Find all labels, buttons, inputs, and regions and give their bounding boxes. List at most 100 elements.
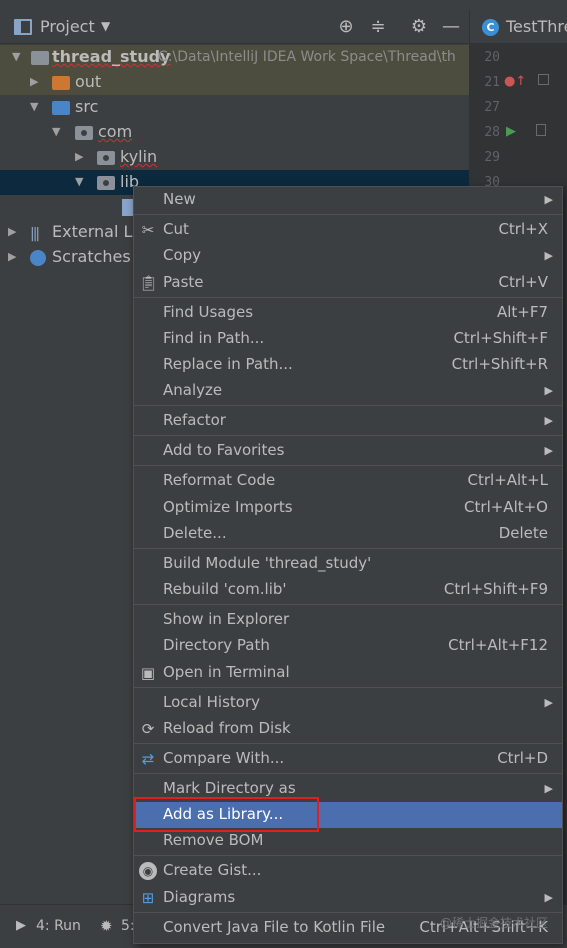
collapsed-arrow-icon[interactable]: ▶ xyxy=(8,250,16,263)
menu-separator xyxy=(134,435,562,436)
menu-item-new[interactable]: New ▶ xyxy=(134,187,562,213)
menu-item-find-usages[interactable]: Find Usages Alt+F7 xyxy=(134,300,562,326)
minimize-icon[interactable]: — xyxy=(440,16,462,38)
menu-item-label: Find Usages xyxy=(163,303,254,321)
menu-item-label: Build Module 'thread_study' xyxy=(163,554,372,572)
menu-separator xyxy=(134,214,562,215)
bug-icon[interactable]: ✹ xyxy=(100,917,113,935)
submenu-arrow-icon: ▶ xyxy=(544,414,553,427)
collapsed-arrow-icon[interactable]: ▶ xyxy=(8,225,16,238)
tree-item-label: com xyxy=(98,122,133,141)
project-panel-title[interactable]: Project xyxy=(40,17,95,36)
tree-item-src[interactable]: ▼ src xyxy=(0,95,469,120)
menu-separator xyxy=(134,773,562,774)
menu-item-label: Diagrams xyxy=(163,888,236,906)
menu-item-show-in-explorer[interactable]: Show in Explorer xyxy=(134,607,562,633)
library-icon: ||| xyxy=(30,226,40,242)
diagram-icon: ⊞ xyxy=(141,889,155,907)
expanded-arrow-icon[interactable]: ▼ xyxy=(30,100,38,113)
chevron-down-icon[interactable]: ▼ xyxy=(101,19,110,33)
editor-tab[interactable]: C TestThre xyxy=(469,10,567,44)
watermark: @稀土掘金技术社区 xyxy=(440,916,549,930)
menu-item-copy[interactable]: Copy ▶ xyxy=(134,243,562,269)
tree-item-label: kylin xyxy=(120,147,158,166)
shortcut: Alt+F7 xyxy=(496,303,548,321)
menu-item-replace-in-path[interactable]: Replace in Path... Ctrl+Shift+R xyxy=(134,352,562,378)
menu-item-reformat-code[interactable]: Reformat Code Ctrl+Alt+L xyxy=(134,468,562,494)
menu-item-find-in-path[interactable]: Find in Path... Ctrl+Shift+F xyxy=(134,326,562,352)
menu-item-optimize-imports[interactable]: Optimize Imports Ctrl+Alt+O xyxy=(134,495,562,521)
line-number: 28 xyxy=(484,125,500,140)
shortcut: Ctrl+Shift+F9 xyxy=(443,580,548,598)
menu-item-label: Compare With... xyxy=(163,749,285,767)
menu-item-label: Optimize Imports xyxy=(163,498,293,516)
menu-item-label: Add to Favorites xyxy=(163,441,285,459)
menu-item-compare-with[interactable]: ⇄ Compare With... Ctrl+D xyxy=(134,746,562,772)
scratches-icon xyxy=(30,250,46,266)
tree-item-com[interactable]: ▼ com xyxy=(0,120,469,145)
menu-item-create-gist[interactable]: ◉ Create Gist... xyxy=(134,858,562,884)
menu-item-directory-path[interactable]: Directory Path Ctrl+Alt+F12 xyxy=(134,633,562,659)
package-icon xyxy=(75,126,93,140)
context-menu: New ▶ ✂ Cut Ctrl+X Copy ▶ 📋︎ Paste Ctrl+… xyxy=(133,186,563,944)
run-gutter-icon[interactable]: ▶ xyxy=(506,124,516,139)
menu-item-label: New xyxy=(163,190,196,208)
tree-item-kylin[interactable]: ▶ kylin xyxy=(0,145,469,170)
collapsed-arrow-icon[interactable]: ▶ xyxy=(75,150,83,163)
menu-item-label: Create Gist... xyxy=(163,861,262,879)
menu-item-rebuild[interactable]: Rebuild 'com.lib' Ctrl+Shift+F9 xyxy=(134,577,562,603)
tree-item-out[interactable]: ▶ out xyxy=(0,70,469,95)
menu-item-label: Convert Java File to Kotlin File xyxy=(163,918,386,936)
fold-marker-icon[interactable] xyxy=(538,74,549,85)
tree-item-thread-study[interactable]: ▼ thread_study C:\Data\IntelliJ IDEA Wor… xyxy=(0,45,469,70)
menu-item-local-history[interactable]: Local History ▶ xyxy=(134,690,562,716)
submenu-arrow-icon: ▶ xyxy=(544,444,553,457)
submenu-arrow-icon: ▶ xyxy=(544,696,553,709)
annotation-highlight-box xyxy=(134,797,319,832)
menu-item-build-module[interactable]: Build Module 'thread_study' xyxy=(134,551,562,577)
collapse-icon[interactable]: ≑ xyxy=(367,16,389,38)
menu-item-label: Show in Explorer xyxy=(163,610,290,628)
menu-item-label: Delete... xyxy=(163,524,227,542)
menu-item-paste[interactable]: 📋︎ Paste Ctrl+V xyxy=(134,270,562,296)
menu-item-label: Reformat Code xyxy=(163,471,276,489)
menu-item-label: Reload from Disk xyxy=(163,719,291,737)
menu-item-open-in-terminal[interactable]: ▣ Open in Terminal xyxy=(134,660,562,686)
expanded-arrow-icon[interactable]: ▼ xyxy=(52,125,60,138)
menu-item-remove-bom[interactable]: Remove BOM xyxy=(134,828,562,854)
menu-item-add-to-favorites[interactable]: Add to Favorites ▶ xyxy=(134,438,562,464)
clipboard-icon: 📋︎ xyxy=(139,274,159,292)
project-panel-icon xyxy=(14,19,32,35)
collapsed-arrow-icon[interactable]: ▶ xyxy=(30,75,38,88)
github-icon: ◉ xyxy=(139,862,157,880)
gear-icon[interactable]: ⚙ xyxy=(408,16,430,38)
menu-separator xyxy=(134,405,562,406)
fold-marker-icon[interactable] xyxy=(536,124,546,136)
menu-item-cut[interactable]: ✂ Cut Ctrl+X xyxy=(134,217,562,243)
crosshair-icon[interactable]: ⊕ xyxy=(335,16,357,38)
class-icon: C xyxy=(482,19,499,36)
menu-item-reload-from-disk[interactable]: ⟳ Reload from Disk xyxy=(134,716,562,742)
line-number: 27 xyxy=(484,100,500,115)
window-top-strip xyxy=(0,0,567,10)
menu-item-delete[interactable]: Delete... Delete xyxy=(134,521,562,547)
menu-item-refactor[interactable]: Refactor ▶ xyxy=(134,408,562,434)
expanded-arrow-icon[interactable]: ▼ xyxy=(75,175,83,188)
shortcut: Ctrl+Shift+F xyxy=(453,329,548,347)
reload-icon: ⟳ xyxy=(141,720,155,738)
menu-separator xyxy=(134,548,562,549)
menu-item-label: Find in Path... xyxy=(163,329,265,347)
menu-item-analyze[interactable]: Analyze ▶ xyxy=(134,378,562,404)
tree-item-label: src xyxy=(75,97,99,116)
run-tool-button[interactable]: 4: Run xyxy=(36,918,81,934)
override-marker-icon[interactable]: ●↑ xyxy=(504,74,526,89)
expanded-arrow-icon[interactable]: ▼ xyxy=(12,50,20,63)
compare-icon: ⇄ xyxy=(141,750,155,768)
tree-item-label: thread_study xyxy=(52,47,171,66)
menu-item-diagrams[interactable]: ⊞ Diagrams ▶ xyxy=(134,885,562,911)
menu-item-label: Cut xyxy=(163,220,189,238)
menu-separator xyxy=(134,297,562,298)
module-folder-icon xyxy=(31,51,49,65)
run-icon[interactable]: ▶ xyxy=(16,918,26,933)
line-number: 29 xyxy=(484,150,500,165)
